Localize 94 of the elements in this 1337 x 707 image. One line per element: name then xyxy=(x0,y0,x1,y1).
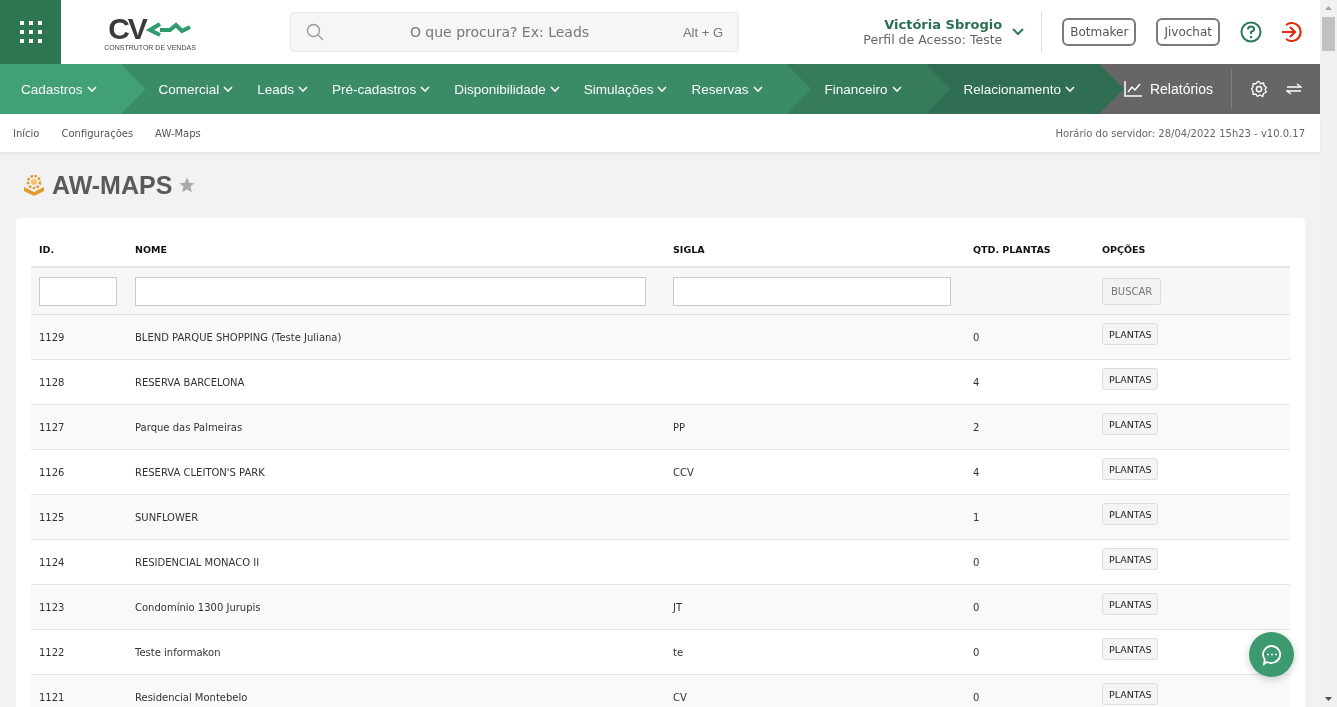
table-cell: 4 xyxy=(973,376,980,388)
table-cell: 0 xyxy=(973,691,980,703)
plants-button[interactable]: PLANTAS xyxy=(1102,368,1159,391)
menu-item[interactable]: Reservas xyxy=(691,81,763,97)
apps-menu-button[interactable] xyxy=(0,0,61,64)
table-cell: 0 xyxy=(973,601,980,613)
menu-item[interactable]: Disponibilidade xyxy=(454,81,560,97)
chevron-down-icon xyxy=(752,85,763,93)
table-cell: 2 xyxy=(973,421,980,433)
breadcrumb-link[interactable]: Configurações xyxy=(61,127,134,139)
box-gear-icon xyxy=(22,173,46,197)
table-cell: RESIDENCIAL MONACO II xyxy=(135,556,260,568)
table-cell: RESERVA BARCELONA xyxy=(135,376,245,388)
table-cell: 4 xyxy=(973,466,980,478)
menu-item[interactable]: Simulações xyxy=(583,81,668,97)
scrollbar[interactable] xyxy=(1320,0,1337,707)
chevron-down-icon xyxy=(86,85,97,93)
table-cell: 1124 xyxy=(39,556,65,568)
chevron-down-icon xyxy=(298,85,309,93)
menu-item[interactable]: Pré-cadastros xyxy=(332,81,431,97)
chart-icon xyxy=(1123,81,1142,97)
table-cell: 1121 xyxy=(39,691,65,703)
header-button[interactable]: Botmaker xyxy=(1062,18,1137,46)
plants-button[interactable]: PLANTAS xyxy=(1102,593,1159,616)
table-cell: Parque das Palmeiras xyxy=(135,421,243,433)
menu-item[interactable]: Leads xyxy=(257,81,309,97)
column-header: ID. xyxy=(38,244,56,255)
table-cell: 1126 xyxy=(39,466,65,478)
logout-icon[interactable] xyxy=(1280,21,1302,43)
table-cell: Teste informakon xyxy=(135,646,221,658)
menu-item[interactable]: Financeiro xyxy=(824,81,902,97)
plants-button[interactable]: PLANTAS xyxy=(1102,548,1159,571)
server-time: Horário do servidor: 28/04/2022 15h23 - v10.0.17 xyxy=(1055,127,1305,139)
table-cell: CV xyxy=(673,691,687,703)
table-cell: 1123 xyxy=(39,601,65,613)
table-cell: SUNFLOWER xyxy=(135,511,199,523)
shortcut-hint: Alt + G xyxy=(682,25,723,40)
chevron-down-icon xyxy=(1065,85,1076,93)
table-cell: JT xyxy=(673,601,683,613)
user-name: Victória Sbrogio xyxy=(884,17,1003,32)
settings-icon[interactable] xyxy=(1250,80,1268,98)
table-cell: 1125 xyxy=(39,511,65,523)
chevron-down-icon xyxy=(549,85,560,93)
menu-item[interactable]: Comercial xyxy=(158,81,234,97)
help-icon[interactable] xyxy=(1240,21,1262,43)
plants-button[interactable]: PLANTAS xyxy=(1102,638,1159,661)
plants-button[interactable]: PLANTAS xyxy=(1102,503,1159,526)
grid-icon xyxy=(18,20,43,44)
table-cell: 1129 xyxy=(39,331,65,343)
plants-button[interactable]: PLANTAS xyxy=(1102,413,1159,436)
breadcrumb-link[interactable]: Início xyxy=(13,127,40,139)
table-cell: RESERVA CLEITON'S PARK xyxy=(135,466,265,478)
plants-button[interactable]: PLANTAS xyxy=(1102,323,1159,346)
user-menu[interactable]: Victória Sbrogio Perfil de Acesso: Teste xyxy=(863,17,1025,47)
table-cell: 1122 xyxy=(39,646,65,658)
header-button[interactable]: Jivochat xyxy=(1156,18,1220,46)
table-cell: 1 xyxy=(973,511,980,523)
table-cell: 0 xyxy=(973,556,980,568)
user-profile: Perfil de Acesso: Teste xyxy=(863,32,1003,47)
table-cell: PP xyxy=(673,421,686,433)
table-cell: Condomínio 1300 Jurupis xyxy=(135,601,261,613)
swap-arrows-icon[interactable] xyxy=(1286,83,1302,95)
chevron-down-icon xyxy=(420,85,431,93)
table-cell: 0 xyxy=(973,646,980,658)
filter-field[interactable] xyxy=(673,276,951,306)
chat-bubble-icon xyxy=(1259,642,1284,667)
table-cell: CCV xyxy=(673,466,694,478)
page-title: AW-MAPS xyxy=(52,170,173,200)
wave-icon xyxy=(145,20,192,37)
plants-button[interactable]: PLANTAS xyxy=(1102,683,1159,706)
table-cell: 0 xyxy=(973,331,980,343)
chevron-down-icon xyxy=(657,85,668,93)
filter-field[interactable] xyxy=(135,276,646,306)
table-cell: 1128 xyxy=(39,376,65,388)
star-icon[interactable] xyxy=(178,176,197,194)
column-header: SIGLA xyxy=(672,244,706,255)
table-cell: Residencial Montebelo xyxy=(135,691,248,703)
chevron-down-icon xyxy=(891,85,902,93)
search-icon xyxy=(306,23,324,41)
table-cell: te xyxy=(673,646,684,658)
plants-button[interactable]: PLANTAS xyxy=(1102,458,1159,481)
menu-item[interactable]: Relacionamento xyxy=(963,81,1076,97)
table-cell: BLEND PARQUE SHOPPING (Teste Juliana) xyxy=(135,331,342,343)
chevron-down-icon xyxy=(223,85,234,93)
chevron-down-icon xyxy=(1012,28,1025,36)
filter-field[interactable] xyxy=(39,276,117,306)
column-header: OPÇÕES xyxy=(1101,244,1147,255)
reports-link[interactable]: Relatórios xyxy=(1123,81,1213,97)
search-button[interactable]: BUSCAR xyxy=(1102,277,1162,305)
breadcrumb-link[interactable]: AW-Maps xyxy=(155,127,201,139)
column-header: NOME xyxy=(134,244,168,255)
logo-text: CV xyxy=(108,13,146,44)
column-header: QTD. PLANTAS xyxy=(972,244,1052,255)
table-cell: 1127 xyxy=(39,421,65,433)
